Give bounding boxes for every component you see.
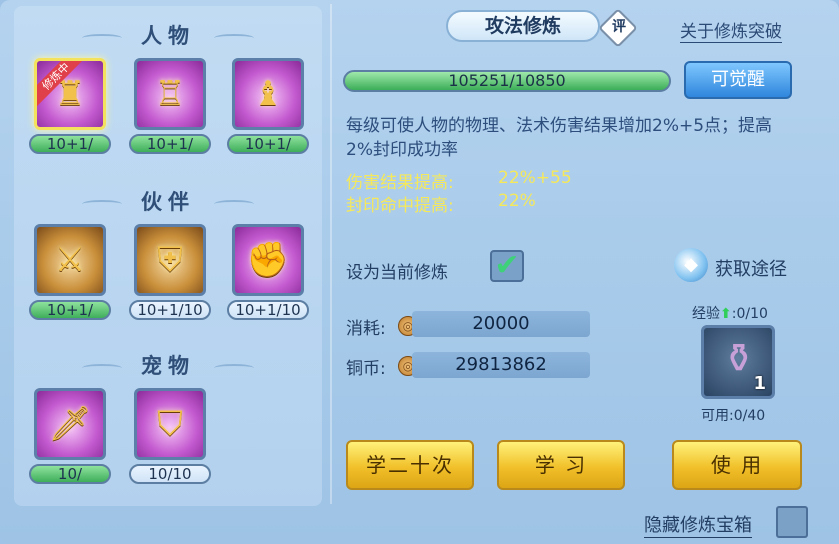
eval-badge-label[interactable]: 评 <box>610 16 628 36</box>
slot-partner-attack[interactable]: ⚔ 10+1/ <box>29 224 111 320</box>
check-icon: ✔ <box>494 248 520 283</box>
cat-shield-icon: ⛉ <box>157 404 183 444</box>
gem-icon[interactable]: ◆ <box>674 248 708 282</box>
skill-icon-box[interactable]: ♝ <box>232 58 304 130</box>
level-bar: 10+1/ <box>129 134 211 154</box>
level-bar: 10/10 <box>129 464 211 484</box>
slot-attack-cultivation[interactable]: ♜ 修炼中 10+1/ <box>29 58 111 154</box>
slot-defense-cultivation[interactable]: ♖ 10+1/ <box>129 58 211 154</box>
slot-pet-attack[interactable]: 🗡 10/ <box>29 388 111 484</box>
level-bar: 10+1/10 <box>227 300 309 320</box>
use-button[interactable]: 使 用 <box>672 440 802 490</box>
cultivation-list-panel: 人物 伙伴 宠物 ♜ 修炼中 10+1/ ♖ 10+1/ ♝ 10+1/ ⚔ 1… <box>14 6 322 506</box>
warrior-statue-icon: ♝ <box>252 74 284 114</box>
exp-label: 经验 <box>692 306 720 322</box>
stat-seal-row: 封印命中提高: 22% <box>346 191 536 216</box>
slot-partner-defense[interactable]: ⛨ 10+1/10 <box>129 224 211 320</box>
skill-icon-box[interactable]: 🗡 <box>34 388 106 460</box>
cat-sword-icon: 🗡 <box>48 404 92 444</box>
slot-partner-magic[interactable]: ✊ 10+1/10 <box>227 224 309 320</box>
stat-label: 伤害结果提高: <box>346 173 454 193</box>
level-bar: 10/ <box>29 464 111 484</box>
stat-value: 22%+55 <box>498 168 572 188</box>
skill-icon-box[interactable]: ⛉ <box>134 388 206 460</box>
copper-label: 铜币: <box>346 359 386 379</box>
shield-chest-icon: ♖ <box>154 74 186 114</box>
up-arrow-icon: ⬆ <box>720 306 732 322</box>
about-breakthrough-link[interactable]: 关于修炼突破 <box>680 17 782 43</box>
skill-icon-box[interactable]: ⛨ <box>134 224 206 296</box>
page-title: 攻法修炼 <box>446 10 600 42</box>
stat-value: 22% <box>498 191 536 211</box>
available-count: 可用:0/40 <box>701 408 766 424</box>
item-count: 1 <box>753 373 766 394</box>
awaken-button[interactable]: 可觉醒 <box>684 61 792 99</box>
set-current-checkbox[interactable]: ✔ <box>490 250 524 282</box>
section-title-partner: 伙伴 <box>141 190 195 214</box>
vase-icon: ⚱ <box>722 336 756 382</box>
item-slot[interactable]: ⚱ 1 <box>701 325 775 399</box>
cost-label: 消耗: <box>346 319 386 339</box>
level-bar: 10+1/ <box>29 134 111 154</box>
cultivation-description: 每级可使人物的物理、法术伤害结果增加2%+5点；提高2%封印成功率 <box>346 116 773 160</box>
stat-damage-row: 伤害结果提高: 22%+55 <box>346 168 572 193</box>
stat-label: 封印命中提高: <box>346 196 454 216</box>
level-bar: 10+1/ <box>29 300 111 320</box>
panel-divider <box>330 4 332 504</box>
skill-icon-box[interactable]: ✊ <box>232 224 304 296</box>
item-exp-readout: 经验⬆:0/10 <box>692 303 768 323</box>
get-source-link[interactable]: 获取途径 <box>715 255 787 281</box>
level-bar: 10+1/10 <box>129 300 211 320</box>
learn-button[interactable]: 学 习 <box>497 440 625 490</box>
lion-gauntlet-icon: ✊ <box>246 240 290 280</box>
cost-value: 20000 <box>412 311 590 337</box>
exp-value: :0/10 <box>731 306 768 322</box>
skill-icon-box[interactable]: ⚔ <box>34 224 106 296</box>
lion-sword-icon: ⚔ <box>54 240 86 280</box>
section-title-character: 人物 <box>141 24 195 48</box>
exp-progress-bar: 105251/10850 <box>343 70 671 92</box>
copper-value: 29813862 <box>412 352 590 378</box>
skill-icon-box[interactable]: ♖ <box>134 58 206 130</box>
slot-magic-defense-cultivation[interactable]: ♝ 10+1/ <box>227 58 309 154</box>
section-title-pet: 宠物 <box>141 354 195 378</box>
hide-chest-checkbox[interactable] <box>776 506 808 538</box>
slot-pet-defense[interactable]: ⛉ 10/10 <box>129 388 211 484</box>
level-bar: 10+1/ <box>227 134 309 154</box>
lion-shield-icon: ⛨ <box>157 240 183 280</box>
skill-icon-box[interactable]: ♜ 修炼中 <box>34 58 106 130</box>
hide-chest-label[interactable]: 隐藏修炼宝箱 <box>644 511 752 538</box>
learn-twenty-button[interactable]: 学二十次 <box>346 440 474 490</box>
set-current-label: 设为当前修炼 <box>346 263 448 283</box>
